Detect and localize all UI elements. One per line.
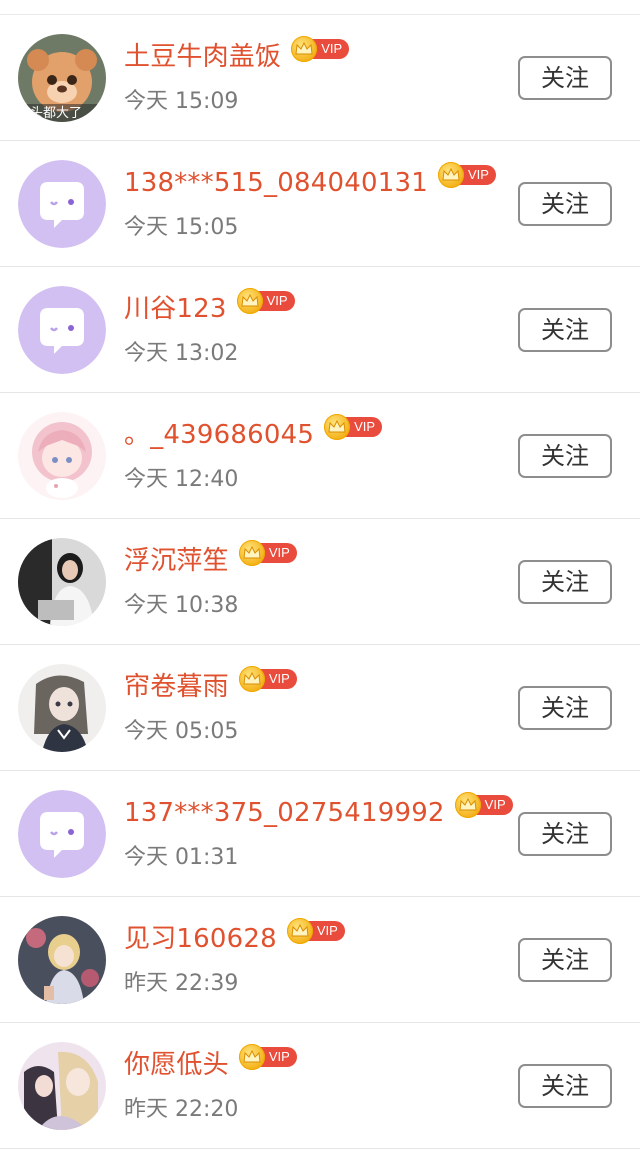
vip-badge: VIP xyxy=(324,414,383,440)
crown-icon xyxy=(286,918,313,944)
bear-avatar[interactable]: 头都大了 xyxy=(18,34,106,122)
anime-couple-avatar[interactable] xyxy=(18,1042,106,1130)
follow-button[interactable]: 关注 xyxy=(518,938,612,982)
username[interactable]: 浮沉萍笙 xyxy=(124,541,229,581)
crown-icon xyxy=(236,288,263,314)
default-chat-avatar[interactable] xyxy=(18,160,106,248)
follow-button[interactable]: 关注 xyxy=(518,308,612,352)
timestamp: 昨天 22:20 xyxy=(124,1097,239,1122)
username[interactable]: 帘卷暮雨 xyxy=(124,667,229,707)
list-item[interactable]: 头都大了 土豆牛肉盖饭 VIP 今天 15:09 关注 xyxy=(0,15,640,141)
follow-button[interactable]: 关注 xyxy=(518,812,612,856)
vip-badge: VIP xyxy=(238,1044,297,1070)
follow-button[interactable]: 关注 xyxy=(518,434,612,478)
vip-badge: VIP xyxy=(454,792,513,818)
crown-icon xyxy=(324,414,351,440)
follow-button[interactable]: 关注 xyxy=(518,1064,612,1108)
crown-icon xyxy=(238,540,265,566)
timestamp: 今天 10:38 xyxy=(124,593,239,618)
crown-icon xyxy=(454,792,481,818)
photo-girl-avatar[interactable] xyxy=(18,538,106,626)
username[interactable]: 见习160628 xyxy=(124,919,277,959)
follow-button[interactable]: 关注 xyxy=(518,182,612,226)
username[interactable]: 川谷123 xyxy=(124,289,227,329)
timestamp: 今天 13:02 xyxy=(124,341,239,366)
follow-button[interactable]: 关注 xyxy=(518,686,612,730)
default-chat-avatar[interactable] xyxy=(18,790,106,878)
list-item[interactable]: 137***375_0275419992 VIP 今天 01:31 关注 xyxy=(0,771,640,897)
vip-badge: VIP xyxy=(286,918,345,944)
crown-icon xyxy=(437,162,464,188)
list-item[interactable]: 你愿低头 VIP 昨天 22:20 关注 xyxy=(0,1023,640,1149)
follow-button[interactable]: 关注 xyxy=(518,56,612,100)
timestamp: 今天 15:05 xyxy=(124,215,239,240)
username[interactable]: 你愿低头 xyxy=(124,1045,229,1085)
timestamp: 今天 15:09 xyxy=(124,89,239,114)
avatar-caption: 头都大了 xyxy=(30,106,83,121)
timestamp: 昨天 22:39 xyxy=(124,971,239,996)
timestamp: 今天 05:05 xyxy=(124,719,239,744)
list-item[interactable]: 浮沉萍笙 VIP 今天 10:38 关注 xyxy=(0,519,640,645)
vip-badge: VIP xyxy=(238,540,297,566)
follow-button[interactable]: 关注 xyxy=(518,560,612,604)
default-chat-avatar[interactable] xyxy=(18,286,106,374)
vip-badge: VIP xyxy=(437,162,496,188)
username[interactable]: 137***375_0275419992 xyxy=(124,793,445,833)
anime-sketch-avatar[interactable] xyxy=(18,664,106,752)
username[interactable]: 土豆牛肉盖饭 xyxy=(124,37,281,77)
list-item[interactable]: 帘卷暮雨 VIP 今天 05:05 关注 xyxy=(0,645,640,771)
timestamp: 今天 01:31 xyxy=(124,845,239,870)
username[interactable]: 。_439686045 xyxy=(124,415,314,455)
list-item[interactable]: 川谷123 VIP 今天 13:02 关注 xyxy=(0,267,640,393)
vip-badge: VIP xyxy=(291,36,350,62)
vip-badge: VIP xyxy=(238,666,297,692)
vip-badge: VIP xyxy=(236,288,295,314)
list-item[interactable]: 138***515_084040131 VIP 今天 15:05 关注 xyxy=(0,141,640,267)
follower-list: 头都大了 土豆牛肉盖饭 VIP 今天 15:09 关注 138***515_08… xyxy=(0,14,640,1149)
anime-girl-pink-avatar[interactable] xyxy=(18,412,106,500)
list-item[interactable]: 。_439686045 VIP 今天 12:40 关注 xyxy=(0,393,640,519)
username[interactable]: 138***515_084040131 xyxy=(124,163,428,203)
list-item[interactable]: 见习160628 VIP 昨天 22:39 关注 xyxy=(0,897,640,1023)
crown-icon xyxy=(238,1044,265,1070)
crown-icon xyxy=(238,666,265,692)
timestamp: 今天 12:40 xyxy=(124,467,239,492)
anime-blonde-avatar[interactable] xyxy=(18,916,106,1004)
